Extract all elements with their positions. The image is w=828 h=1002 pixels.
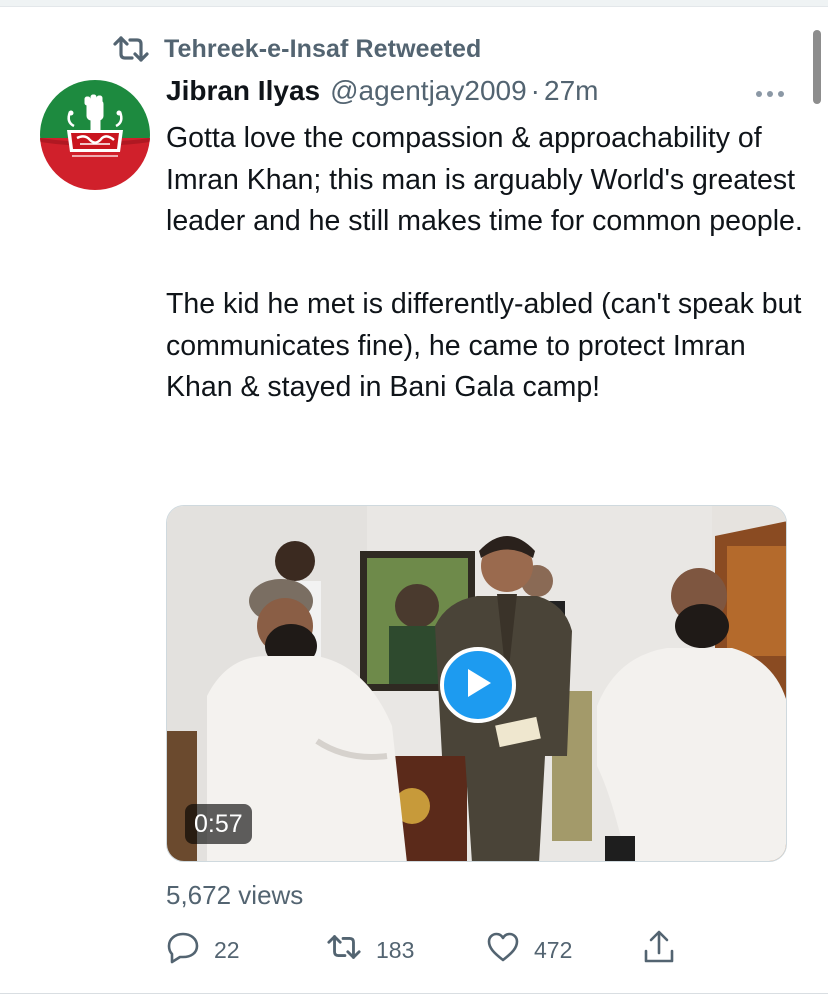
reply-button[interactable]: 22 — [166, 928, 240, 972]
top-divider — [0, 0, 828, 7]
reply-icon — [166, 930, 200, 970]
play-icon — [463, 667, 493, 704]
tweet-timestamp[interactable]: 27m — [544, 75, 598, 107]
heart-icon — [486, 931, 520, 969]
author-name[interactable]: Jibran Ilyas — [166, 75, 320, 107]
tweet-text: Gotta love the compassion & approachabil… — [166, 118, 806, 409]
retweet-count: 183 — [376, 936, 415, 963]
share-icon — [642, 929, 676, 971]
separator-dot: · — [530, 75, 540, 106]
tweet-paragraph-2: The kid he met is differently-abled (can… — [166, 288, 802, 403]
more-icon — [755, 85, 785, 103]
play-button[interactable] — [440, 647, 516, 723]
retweet-button[interactable]: 183 — [326, 928, 414, 972]
reply-count: 22 — [214, 936, 240, 963]
more-button[interactable] — [752, 80, 788, 108]
video-player[interactable]: 0:57 — [166, 505, 787, 862]
like-count: 472 — [534, 936, 573, 963]
action-bar: 22 183 472 — [166, 928, 786, 972]
video-duration: 0:57 — [185, 804, 252, 844]
share-button[interactable] — [642, 928, 676, 972]
avatar[interactable] — [40, 80, 150, 190]
retweet-context[interactable]: Tehreek-e-Insaf Retweeted — [112, 32, 481, 66]
author-handle[interactable]: @agentjay2009 — [330, 75, 527, 107]
view-count[interactable]: 5,672 views — [166, 880, 303, 911]
scrollbar[interactable] — [813, 30, 821, 104]
tweet-paragraph-1: Gotta love the compassion & approachabil… — [166, 122, 803, 237]
like-button[interactable]: 472 — [486, 928, 572, 972]
retweet-icon — [112, 34, 150, 64]
retweet-icon — [326, 932, 362, 968]
tweet-header: Jibran Ilyas @agentjay2009 · 27m — [166, 75, 726, 115]
bottom-divider — [0, 993, 828, 994]
retweet-context-text: Tehreek-e-Insaf Retweeted — [164, 34, 482, 63]
